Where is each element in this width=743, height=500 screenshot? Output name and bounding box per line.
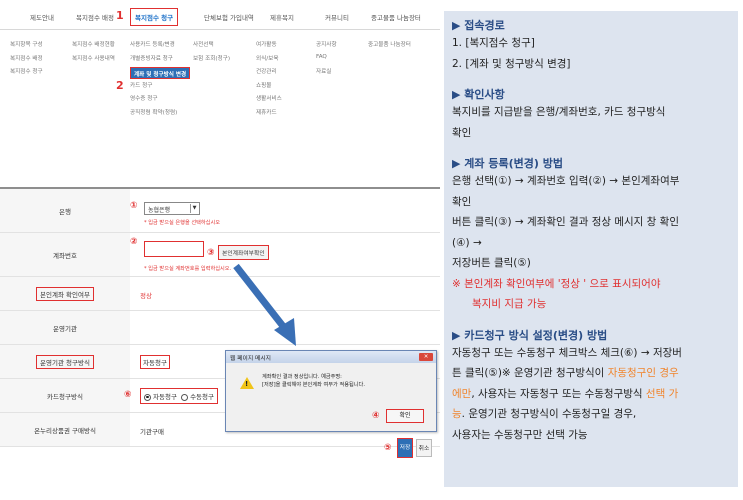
- submenu-col-used-goods: 중고물품 나눔장터: [368, 40, 411, 54]
- card-method-label: 카드청구방식: [0, 379, 130, 412]
- tab-point-claim[interactable]: 복지점수 청구: [130, 8, 179, 26]
- submenu-item[interactable]: 복지점수 사용내역: [72, 54, 115, 68]
- submenu-item[interactable]: 보험 조회(청구): [193, 54, 230, 68]
- verify-account-button[interactable]: 본인계좌여부확인: [218, 245, 269, 260]
- radio-auto-label: 자동청구: [153, 393, 177, 401]
- top-navigation: 제도안내 복지점수 배정 1 복지점수 청구 단체보험 가입내역 제휴복지 커뮤…: [0, 8, 440, 30]
- tab-used-goods[interactable]: 중고물품 나눔장터: [371, 12, 421, 22]
- web-page-message-dialog: 웹 페이지 메시지 ✕ ! 계좌확인 결과 정상입니다. 예금주명: [저장]을…: [225, 350, 437, 432]
- submenu-item[interactable]: 공지사항: [316, 40, 337, 54]
- step-marker-verify: ③: [207, 248, 215, 258]
- submenu-col-claim: 사용카드 등록/변경 개별증빙자료 청구 계좌 및 청구방식 변경 카드 청구 …: [130, 40, 191, 122]
- chevron-down-icon: ▼: [190, 204, 198, 213]
- bank-select-value: 농협은행: [148, 207, 171, 214]
- radio-manual-claim[interactable]: [181, 393, 189, 401]
- account-label: 계좌번호: [0, 233, 130, 276]
- submenu-col-partner: 여가활동 외식/보육 건강관리 쇼핑몰 생활서비스 제휴카드: [256, 40, 282, 121]
- form-row-owner-check: 본인계좌 확인여부 정상: [0, 277, 440, 311]
- submenu-item[interactable]: 건강관리: [256, 67, 282, 81]
- menu-area: 제도안내 복지점수 배정 1 복지점수 청구 단체보험 가입내역 제휴복지 커뮤…: [0, 0, 440, 160]
- owner-check-value: 정상: [140, 292, 152, 300]
- account-hint: * 입금 받으실 계좌번호를 입력하십시오.: [144, 266, 232, 272]
- bank-hint: * 입금 받으실 은행을 선택하십시오: [144, 220, 221, 226]
- section-check-body: 복지비를 지급받을 은행/계좌번호, 카드 청구방식 확인: [452, 106, 666, 139]
- card-method-radios: 자동청구 수동청구: [140, 388, 218, 404]
- radio-manual-label: 수동청구: [190, 393, 214, 401]
- online-voucher-label: 온누리상품권 구매방식: [0, 413, 130, 446]
- bank-label: 은행: [0, 189, 130, 232]
- submenu-col-allocation: 복지점수 배정현황 복지점수 사용내역: [72, 40, 115, 67]
- section-title-access: ▶ 접속경로: [452, 19, 505, 32]
- tab-system-info[interactable]: 제도안내: [30, 12, 54, 22]
- org-method-label: 운영기관 청구방식: [0, 345, 130, 378]
- tab-point-allocation[interactable]: 복지점수 배정: [76, 12, 114, 22]
- step-marker-2: 2: [116, 79, 124, 92]
- step-marker-card: ⑥: [124, 390, 132, 400]
- instruction-panel: ▶ 접속경로 1. [복지점수 청구] 2. [계좌 및 청구방식 변경] ▶ …: [444, 11, 738, 487]
- section-access-body: 1. [복지점수 청구] 2. [계좌 및 청구방식 변경]: [452, 37, 571, 70]
- submenu-col-system: 복지항목 구성 복지점수 배정 복지점수 청구: [10, 40, 43, 81]
- submenu-item[interactable]: 카드 청구: [130, 81, 190, 95]
- submenu-item[interactable]: 복지점수 청구: [10, 67, 43, 81]
- submenu-item[interactable]: 복지항목 구성: [10, 40, 43, 54]
- tab-group-insurance[interactable]: 단체보험 가입내역: [204, 12, 254, 22]
- submenu-item[interactable]: 공직청렴 확약(청렴): [130, 108, 190, 122]
- tab-community[interactable]: 커뮤니티: [325, 12, 349, 22]
- dialog-title: 웹 페이지 메시지 ✕: [226, 351, 436, 363]
- submenu-col-community: 공지사항 FAQ 자료실: [316, 40, 337, 81]
- form-row-account: 계좌번호 ② ③ 본인계좌여부확인 * 입금 받으실 계좌번호를 입력하십시오.: [0, 233, 440, 277]
- online-voucher-value: 기관구매: [140, 428, 164, 436]
- submenu-item[interactable]: 복지점수 배정: [10, 54, 43, 68]
- submenu-item[interactable]: 여가활동: [256, 40, 282, 54]
- submenu-item[interactable]: 사용카드 등록/변경: [130, 40, 190, 54]
- bank-select[interactable]: 농협은행 ▼: [144, 202, 200, 215]
- step-marker-1: 1: [116, 9, 124, 22]
- submenu-item[interactable]: 쇼핑몰: [256, 81, 282, 95]
- dialog-message: 계좌확인 결과 정상입니다. 예금주명: [저장]을 클릭해야 본인계좌 여부가…: [262, 374, 365, 388]
- account-number-input[interactable]: [144, 241, 204, 257]
- org-method-value: 자동청구: [140, 355, 170, 369]
- submenu-item[interactable]: 사전선택: [193, 40, 230, 54]
- section-title-check: ▶ 확인사항: [452, 88, 505, 101]
- submenu-item[interactable]: 생활서비스: [256, 94, 282, 108]
- submenu-item[interactable]: 자료실: [316, 67, 337, 81]
- submenu-item[interactable]: 제휴카드: [256, 108, 282, 122]
- warning-mark: !: [245, 380, 249, 388]
- submenu-item[interactable]: 영수증 청구: [130, 94, 190, 108]
- radio-auto-claim[interactable]: [144, 393, 151, 401]
- save-button[interactable]: 저장: [397, 438, 413, 458]
- submenu-item[interactable]: 중고물품 나눔장터: [368, 40, 411, 54]
- section-card-body: 자동청구 또는 수동청구 체크박스 체크(⑥) → 저장버 튼 클릭(⑤)※ 운…: [452, 346, 682, 441]
- section-title-account: ▶ 계좌 등록(변경) 방법: [452, 157, 563, 170]
- step-marker-bank: ①: [130, 201, 138, 211]
- ok-button[interactable]: 확인: [386, 409, 424, 423]
- section-title-card: ▶ 카드청구 방식 설정(변경) 방법: [452, 328, 608, 342]
- step-marker-account: ②: [130, 237, 138, 247]
- submenu-item[interactable]: 복지점수 배정현황: [72, 40, 115, 54]
- cancel-button[interactable]: 취소: [416, 439, 432, 457]
- submenu-item[interactable]: 개별증빙자료 청구: [130, 54, 190, 68]
- submenu-col-insurance: 사전선택 보험 조회(청구): [193, 40, 230, 67]
- submenu-item-account-change[interactable]: 계좌 및 청구방식 변경: [130, 67, 191, 79]
- step-marker-ok: ④: [372, 411, 380, 421]
- close-icon[interactable]: ✕: [419, 353, 433, 361]
- form-row-bank: 은행 ① 농협은행 ▼ * 입금 받으실 은행을 선택하십시오: [0, 189, 440, 233]
- owner-check-label: 본인계좌 확인여부: [0, 277, 130, 310]
- section-account-body: 은행 선택(①) → 계좌번호 입력(②) → 본인계좌여부 확인 버튼 클릭(…: [452, 175, 680, 310]
- tab-partner-welfare[interactable]: 제휴복지: [270, 12, 294, 22]
- submenu-item[interactable]: 외식/보육: [256, 54, 282, 68]
- form-row-org: 운영기관: [0, 311, 440, 345]
- submenu-item[interactable]: FAQ: [316, 54, 337, 68]
- step-marker-save: ⑤: [384, 443, 392, 453]
- org-label: 운영기관: [0, 311, 130, 344]
